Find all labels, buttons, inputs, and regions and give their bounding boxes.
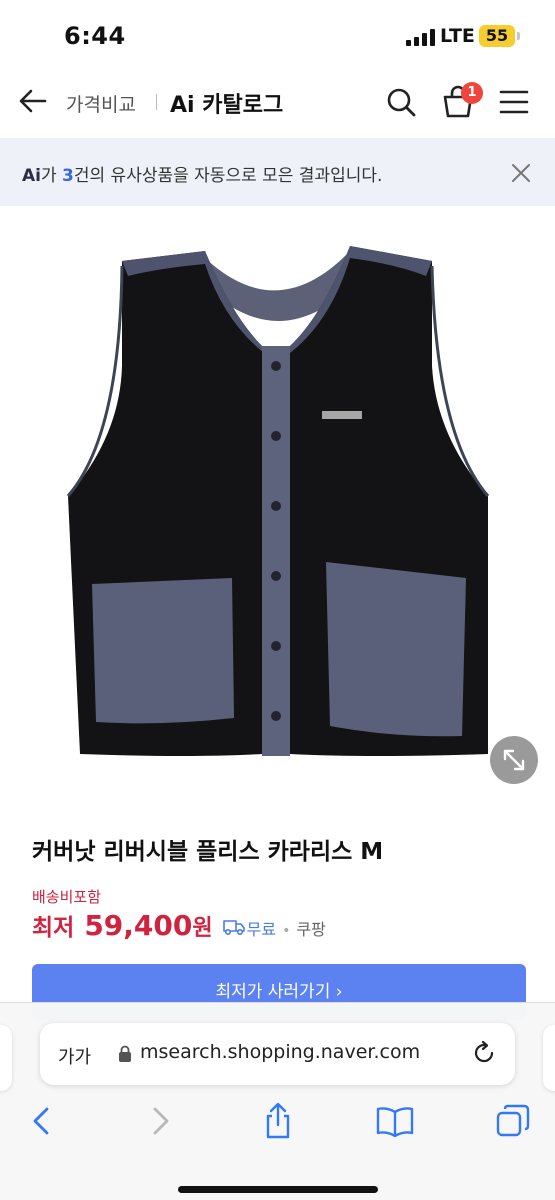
cart-count-badge: 1 (461, 82, 483, 104)
previous-tab-peek[interactable] (0, 1025, 12, 1091)
expand-image-button[interactable] (490, 736, 538, 784)
vest-illustration (66, 246, 490, 756)
ai-notice-after: 건의 유사상품을 자동으로 모은 결과입니다. (73, 166, 383, 186)
dot-separator: • (282, 923, 291, 939)
tabs-icon[interactable] (493, 1101, 533, 1141)
ai-notice-before: 가 (40, 166, 63, 186)
page: 6:44 LTE 55 가격비교 Ai 카탈로그 1 Ai가 3건의 유사상품을… (0, 0, 555, 1200)
address-bar[interactable]: 가가 msearch.shopping.naver.com (40, 1023, 515, 1085)
shipping-fee: 무료 (246, 920, 277, 939)
product-info: 커버낫 리버시블 플리스 카라리스 M 배송비포함 최저 59,400 원 무료… (0, 800, 555, 1020)
truck-icon (222, 920, 245, 935)
reload-icon[interactable] (470, 1039, 498, 1067)
store-name[interactable]: 쿠팡 (296, 916, 325, 940)
share-icon[interactable] (258, 1101, 298, 1141)
breadcrumb-price-compare[interactable]: 가격비교 (66, 90, 136, 117)
header: 가격비교 Ai 카탈로그 1 (0, 70, 555, 134)
price-unit: 원 (192, 916, 213, 941)
search-icon[interactable] (385, 86, 417, 118)
network-label: LTE (440, 25, 475, 47)
ai-notice-count: 3 (62, 166, 74, 186)
close-icon[interactable] (510, 162, 532, 184)
ai-notice-text: Ai가 3건의 유사상품을 자동으로 모은 결과입니다. (22, 161, 382, 186)
breadcrumb-divider (156, 94, 157, 110)
shipping-included-label: 배송비포함 (32, 888, 102, 906)
price-value: 59,400 (84, 909, 193, 942)
status-time: 6:44 (64, 22, 126, 50)
back-icon[interactable] (22, 1101, 62, 1141)
back-arrow-icon[interactable] (16, 84, 50, 118)
forward-icon[interactable] (140, 1101, 180, 1141)
signal-icon (406, 28, 435, 46)
status-bar: 6:44 LTE 55 (0, 0, 555, 66)
price-row: 최저 59,400 원 무료 • 쿠팡 (32, 908, 326, 944)
battery-icon: 55 (479, 25, 515, 47)
ai-logo: Ai (22, 166, 41, 186)
bookmarks-icon[interactable] (375, 1101, 415, 1141)
ai-notice-banner: Ai가 3건의 유사상품을 자동으로 모은 결과입니다. (0, 138, 555, 206)
lowest-price-label: 최저 (32, 915, 75, 941)
lock-icon (119, 1045, 131, 1062)
browser-toolbar: 가가 msearch.shopping.naver.com (0, 1002, 555, 1200)
product-image[interactable] (0, 206, 555, 800)
menu-icon[interactable] (499, 88, 529, 116)
product-title: 커버낫 리버시블 플리스 카라리스 M (32, 839, 384, 865)
next-tab-peek[interactable] (543, 1025, 555, 1091)
text-size-button[interactable]: 가가 (58, 1043, 91, 1069)
page-title: Ai 카탈로그 (170, 93, 284, 118)
expand-icon (503, 749, 525, 771)
battery-tip (517, 32, 520, 40)
url-text[interactable]: msearch.shopping.naver.com (140, 1041, 420, 1063)
home-indicator (178, 1186, 378, 1193)
